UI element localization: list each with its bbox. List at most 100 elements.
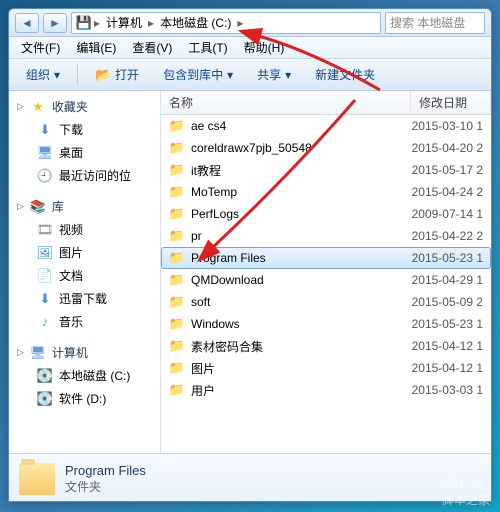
library-icon: 📚 [30, 199, 46, 215]
folder-icon: 📁 [169, 316, 185, 332]
menu-view[interactable]: 查看(V) [124, 37, 180, 58]
menu-tools[interactable]: 工具(T) [180, 37, 235, 58]
table-row[interactable]: 📁ae cs42015-03-10 1 [161, 115, 491, 137]
triangle-icon: ▷ [17, 201, 24, 212]
table-row[interactable]: 📁PerfLogs2009-07-14 1 [161, 203, 491, 225]
menu-help[interactable]: 帮助(H) [236, 37, 293, 58]
body: ▷★收藏夹 ⬇下载 🖥桌面 🕘最近访问的位 ▷📚库 🎞视频 🖼图片 📄文档 ⬇迅… [9, 91, 491, 453]
column-name[interactable]: 名称 [161, 91, 411, 114]
file-date: 2015-03-03 1 [412, 383, 483, 397]
music-icon: ♪ [37, 314, 53, 330]
table-row[interactable]: 📁 Program Files2015-05-23 1 [161, 247, 491, 269]
nav-computer[interactable]: ▷🖥计算机 [9, 341, 160, 364]
open-button[interactable]: 📂打开 [84, 61, 150, 88]
table-row[interactable]: 📁 用户2015-03-03 1 [161, 379, 491, 401]
drive-icon: 💽 [37, 368, 53, 384]
folder-icon: 📁 [169, 360, 185, 376]
star-icon: ★ [30, 99, 46, 115]
nav-thunder[interactable]: ⬇迅雷下载 [9, 287, 160, 310]
nav-videos[interactable]: 🎞视频 [9, 218, 160, 241]
computer-icon: 🖥 [30, 345, 46, 361]
file-date: 2015-05-17 2 [412, 163, 483, 177]
folder-icon: 📁 [169, 250, 185, 266]
nav-music[interactable]: ♪音乐 [9, 310, 160, 333]
file-name: 素材密码合集 [191, 338, 412, 355]
folder-icon: 📁 [169, 382, 185, 398]
drive-icon: 💽 [37, 391, 53, 407]
nav-favorites[interactable]: ▷★收藏夹 [9, 95, 160, 118]
file-date: 2015-04-12 1 [412, 339, 483, 353]
nav-desktop[interactable]: 🖥桌面 [9, 141, 160, 164]
table-row[interactable]: 📁图片2015-04-12 1 [161, 357, 491, 379]
column-headers: 名称 修改日期 [161, 91, 491, 115]
chevron-right-icon: ▸ [148, 16, 154, 30]
folder-icon: 📁 [169, 118, 185, 134]
file-date: 2009-07-14 1 [412, 207, 483, 221]
new-folder-button[interactable]: 新建文件夹 [304, 61, 386, 88]
recent-icon: 🕘 [37, 168, 53, 184]
file-date: 2015-05-23 1 [412, 251, 483, 265]
nav-pictures[interactable]: 🖼图片 [9, 241, 160, 264]
search-input[interactable]: 搜索 本地磁盘 [385, 12, 485, 34]
folder-icon: 📁 [169, 140, 185, 156]
breadcrumb-drive[interactable]: 本地磁盘 (C:) [156, 14, 235, 31]
table-row[interactable]: 📁 Windows2015-05-23 1 [161, 313, 491, 335]
nav-libraries[interactable]: ▷📚库 [9, 195, 160, 218]
file-date: 2015-04-24 2 [412, 185, 483, 199]
forward-button[interactable]: ► [43, 13, 67, 33]
menu-file[interactable]: 文件(F) [13, 37, 68, 58]
download-icon: ⬇ [37, 291, 53, 307]
organize-button[interactable]: 组织 ▾ [15, 61, 71, 88]
table-row[interactable]: 📁MoTemp2015-04-24 2 [161, 181, 491, 203]
details-type: 文件夹 [65, 478, 146, 495]
table-row[interactable]: 📁 素材密码合集2015-04-12 1 [161, 335, 491, 357]
triangle-icon: ▷ [17, 347, 24, 358]
menu-edit[interactable]: 编辑(E) [68, 37, 124, 58]
document-icon: 📄 [37, 268, 53, 284]
table-row[interactable]: 📁soft2015-05-09 2 [161, 291, 491, 313]
explorer-window: ◄ ► 💾 ▸ 计算机 ▸ 本地磁盘 (C:) ▸ 搜索 本地磁盘 文件(F) … [8, 8, 492, 502]
nav-downloads[interactable]: ⬇下载 [9, 118, 160, 141]
triangle-icon: ▷ [17, 101, 24, 112]
file-name: coreldrawx7pjb_50548 [191, 141, 412, 155]
nav-drive-d[interactable]: 💽软件 (D:) [9, 387, 160, 410]
file-name: Program Files [191, 251, 412, 265]
file-name: Windows [191, 317, 412, 331]
titlebar: ◄ ► 💾 ▸ 计算机 ▸ 本地磁盘 (C:) ▸ 搜索 本地磁盘 [9, 9, 491, 37]
file-list-pane: 名称 修改日期 📁ae cs42015-03-10 1📁coreldrawx7p… [161, 91, 491, 453]
separator [77, 65, 78, 85]
menu-bar: 文件(F) 编辑(E) 查看(V) 工具(T) 帮助(H) [9, 37, 491, 59]
file-name: 用户 [191, 382, 412, 399]
chevron-right-icon: ▸ [94, 16, 100, 30]
nav-documents[interactable]: 📄文档 [9, 264, 160, 287]
folder-icon-large [19, 463, 55, 495]
share-button[interactable]: 共享 ▾ [246, 61, 302, 88]
table-row[interactable]: 📁 QMDownload2015-04-29 1 [161, 269, 491, 291]
folder-icon: 📁 [169, 338, 185, 354]
include-button[interactable]: 包含到库中 ▾ [152, 61, 244, 88]
details-pane: Program Files 文件夹 [9, 453, 491, 502]
table-row[interactable]: 📁coreldrawx7pjb_505482015-04-20 2 [161, 137, 491, 159]
file-date: 2015-04-22 2 [412, 229, 483, 243]
folder-icon: 📁 [169, 272, 185, 288]
file-name: 图片 [191, 360, 412, 377]
table-row[interactable]: 📁pr2015-04-22 2 [161, 225, 491, 247]
file-name: pr [191, 229, 412, 243]
column-date[interactable]: 修改日期 [411, 91, 491, 114]
address-bar[interactable]: 💾 ▸ 计算机 ▸ 本地磁盘 (C:) ▸ [71, 12, 381, 34]
folder-open-icon: 📂 [95, 67, 111, 83]
file-date: 2015-05-09 2 [412, 295, 483, 309]
nav-drive-c[interactable]: 💽本地磁盘 (C:) [9, 364, 160, 387]
folder-icon: 📁 [169, 162, 185, 178]
video-icon: 🎞 [37, 222, 53, 238]
breadcrumb-computer[interactable]: 计算机 [102, 14, 146, 31]
table-row[interactable]: 📁it教程2015-05-17 2 [161, 159, 491, 181]
file-list[interactable]: 📁ae cs42015-03-10 1📁coreldrawx7pjb_50548… [161, 115, 491, 453]
file-name: QMDownload [191, 273, 412, 287]
folder-icon: 📁 [169, 206, 185, 222]
back-button[interactable]: ◄ [15, 13, 39, 33]
file-date: 2015-05-23 1 [412, 317, 483, 331]
nav-recent[interactable]: 🕘最近访问的位 [9, 164, 160, 187]
file-date: 2015-04-29 1 [412, 273, 483, 287]
file-name: MoTemp [191, 185, 412, 199]
